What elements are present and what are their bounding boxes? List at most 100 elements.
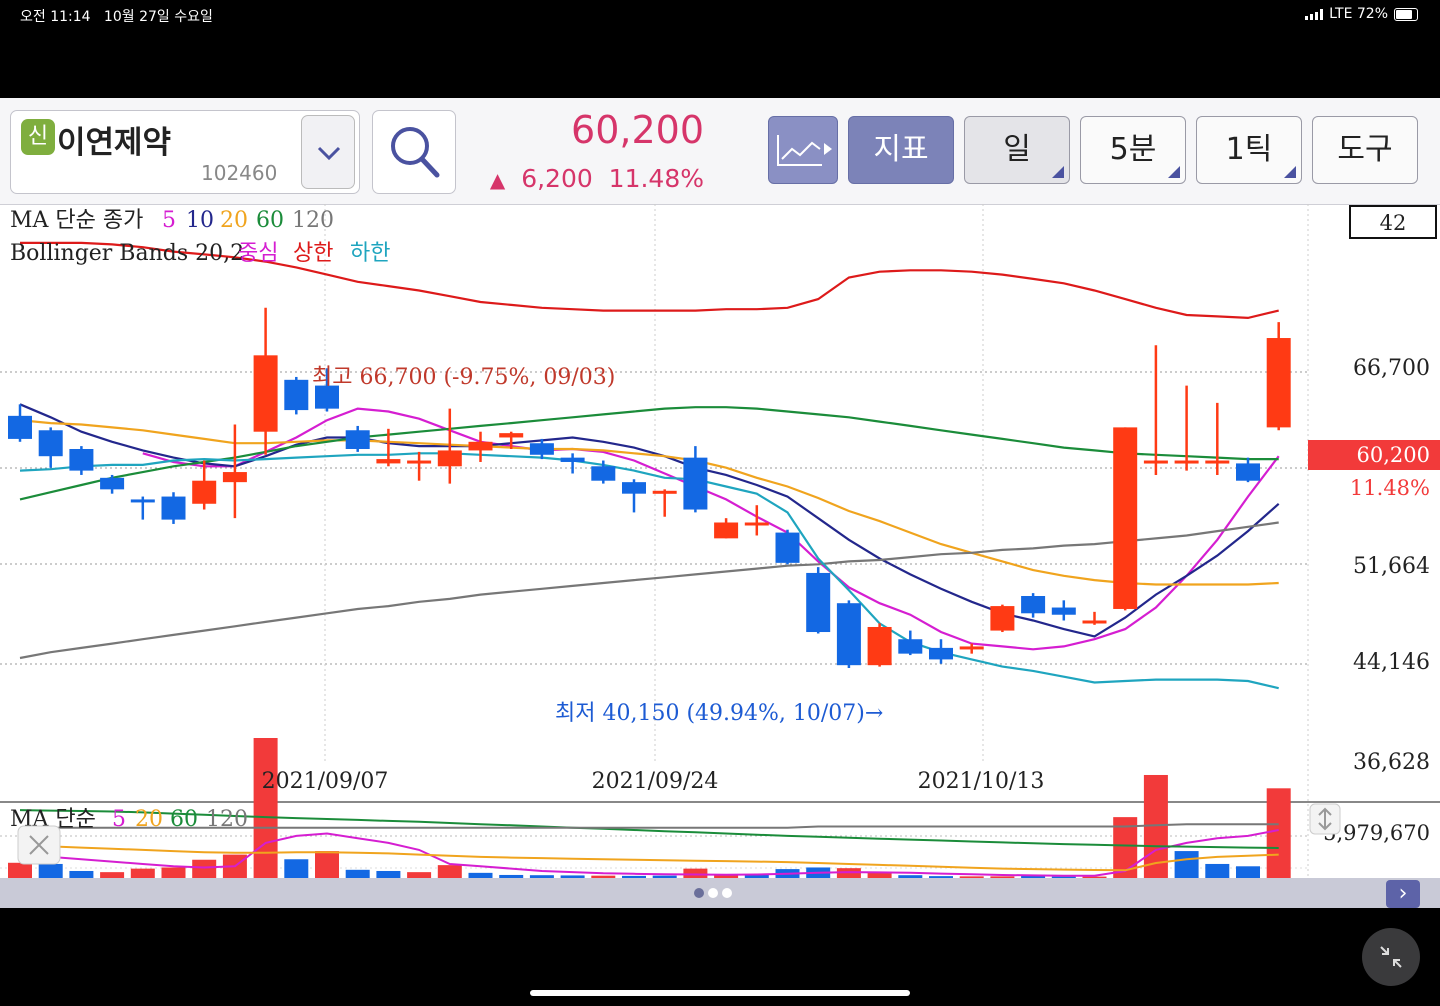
volume-bar [345,869,370,878]
current-price: 60,200 [571,108,704,152]
stock-selector[interactable]: 신 이연제약 102460 [10,110,360,194]
volume-bar [8,862,32,878]
candle-body [744,522,769,526]
candle-body [652,490,677,494]
ma-legend-item: 120 [292,208,334,233]
count-box-value: 42 [1380,211,1407,235]
current-price-label: 60,200 [1357,443,1430,467]
candle-body [714,522,739,539]
tools-button[interactable]: 도구 [1312,116,1418,184]
dropdown-corner-icon [1284,166,1296,178]
candle-body [1082,620,1107,624]
shrink-icon [1380,946,1402,968]
stock-chart[interactable]: MA 단순 종가 5 10 20 60 120Bollinger Bands 20,2중심… [0,204,1440,920]
up-arrow-icon: ▲ [489,168,506,192]
candle-body [407,460,432,464]
search-icon [391,127,440,178]
change-amount: 6,200 [521,164,593,193]
candle-body [1143,460,1168,464]
bb-legend-item: 중심 [238,241,278,266]
candle-body [222,472,247,483]
volume-bar [161,867,186,878]
candle-body [683,457,708,510]
page-dot[interactable] [708,888,718,898]
candle-body [376,459,401,464]
period-5min-button[interactable]: 5분 [1080,116,1186,184]
y-tick-label: 44,146 [1353,650,1430,675]
candle-body [100,477,125,490]
volume-bar [1236,866,1260,878]
volume-legend-item: 60 [170,807,198,832]
volume-bar [1205,863,1230,878]
high-annotation: 최고 66,700 (-9.75%, 09/03) [312,365,615,390]
candle-body [898,639,923,654]
candle-body [836,603,861,666]
period-1tick-button[interactable]: 1틱 [1196,116,1302,184]
next-page-button[interactable]: › [1386,880,1420,908]
candle-body [161,496,186,520]
home-indicator[interactable] [530,990,910,996]
candle-body [929,647,953,660]
candle-body [499,433,524,438]
candle-body [867,626,892,666]
x-tick-label: 2021/09/24 [592,769,719,794]
dropdown-corner-icon [1052,166,1064,178]
status-date: 10월 27일 수요일 [103,9,213,25]
candle-body [437,450,462,467]
candle-body [1236,463,1260,481]
search-button[interactable] [372,110,456,194]
period-day-button[interactable]: 일 [964,116,1070,184]
candle-body [130,499,155,503]
chevron-right-icon: › [1398,881,1408,906]
volume-legend-item: 120 [206,807,248,832]
candle-body [1021,596,1046,614]
volume-legend-item: 5 [112,807,126,832]
chart-app: 신 이연제약 102460 60,200 ▲ 6,200 11.48% 지표 일… [0,98,1440,920]
candle-body [192,480,217,504]
page-indicator[interactable] [694,888,732,898]
volume-bar [683,868,708,878]
candle-body [529,443,554,455]
period-day-label: 일 [1003,132,1031,167]
volume-bar [130,868,155,878]
volume-bar [376,870,401,878]
volume-bar [69,870,94,878]
period-5min-label: 5분 [1109,132,1157,167]
status-bar: 오전 11:14 10월 27일 수요일 LTE 72% [0,0,1440,30]
signal-icon [1305,8,1324,20]
candle-body [345,430,370,449]
candle-body [1051,607,1076,615]
stock-dropdown-button[interactable] [301,115,355,189]
price-change: ▲ 6,200 11.48% [470,164,704,193]
change-percent: 11.48% [608,164,704,193]
candle-body [253,355,278,432]
chart-area[interactable]: MA 단순 종가 5 10 20 60 120 Bollinger Bands 20,2 중심… [0,204,1440,920]
volume-bar [192,859,217,878]
candle-body [468,441,493,451]
stock-code: 102460 [201,161,278,185]
credit-badge: 신 [21,119,55,155]
ma-legend-item: 20 [220,208,248,233]
page-dot[interactable] [722,888,732,898]
volume-bar [1174,851,1199,878]
bb-legend-item: 상한 [293,241,333,266]
y-tick-label: 66,700 [1353,356,1430,381]
toolbar: 신 이연제약 102460 60,200 ▲ 6,200 11.48% 지표 일… [0,98,1440,205]
candle-body [1266,338,1291,428]
page-dot[interactable] [694,888,704,898]
candle-body [775,532,800,563]
chart-type-button[interactable] [768,116,838,184]
volume-bar [437,865,462,878]
shrink-button[interactable] [1362,928,1420,986]
network-status: LTE 72% [1329,6,1388,22]
ma-legend-item: MA 단순 종가 [10,208,143,233]
dropdown-corner-icon [1168,166,1180,178]
x-tick-label: 2021/10/13 [918,769,1045,794]
indicator-button[interactable]: 지표 [848,116,954,184]
volume-bar [315,851,339,878]
candle-body [8,415,32,439]
chevron-down-icon [317,146,341,161]
candle-body [1174,460,1199,464]
chart-bottom-bar: › [0,878,1440,908]
ma-legend-item: 5 [162,208,176,233]
